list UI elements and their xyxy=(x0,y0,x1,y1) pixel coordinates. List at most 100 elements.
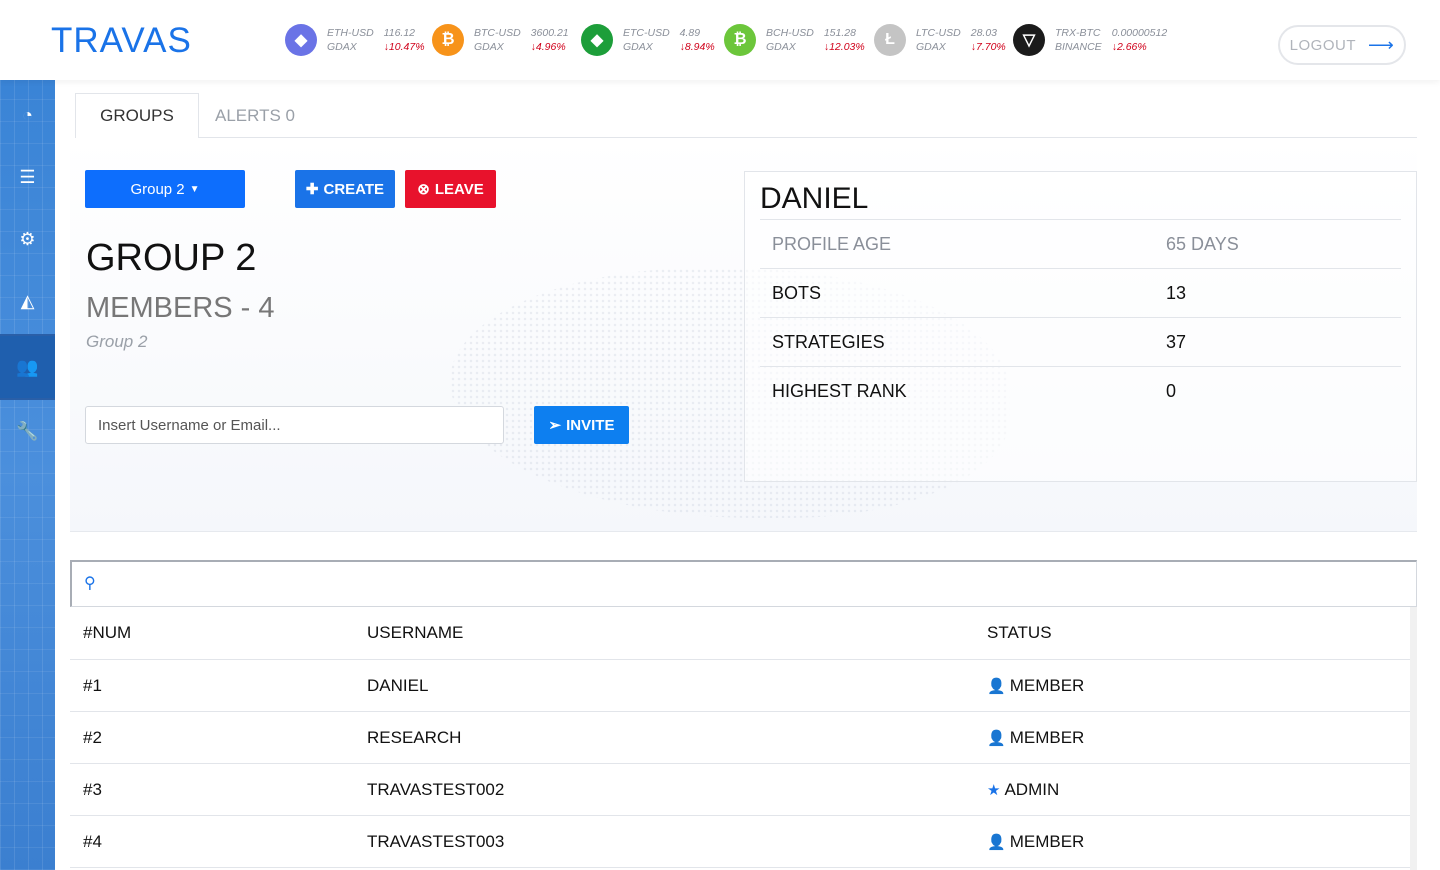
ticker-pair: LTC-USD xyxy=(916,27,961,39)
profile-card: DANIEL PROFILE AGE 65 DAYS BOTS 13 STRAT… xyxy=(744,171,1417,482)
profile-value: 37 xyxy=(1166,332,1187,352)
profile-row: HIGHEST RANK 0 xyxy=(760,367,1401,416)
profile-value: 13 xyxy=(1166,283,1187,303)
logout-button[interactable]: LOGOUT ⟶ xyxy=(1278,25,1406,65)
row-num: #4 xyxy=(83,831,102,851)
status-label: MEMBER xyxy=(1009,831,1085,851)
ticker-exchange: GDAX xyxy=(623,41,653,53)
sidebar-item-groups[interactable]: 👥 xyxy=(0,336,55,398)
ticker-price: 28.03 xyxy=(970,27,998,39)
ticker-price: 4.89 xyxy=(679,27,701,39)
search-icon: ⚲ xyxy=(84,575,96,592)
sidebar-item-settings[interactable]: ☰ xyxy=(0,146,55,208)
row-username: TRAVASTEST002 xyxy=(367,779,505,799)
ticker-pair: ETC-USD xyxy=(623,27,670,39)
ticker-bch[interactable]: ₿ BCH-USD 151.28 GDAX ↓12.03% xyxy=(724,22,865,58)
group-member-count: MEMBERS - 4 xyxy=(86,292,275,324)
profile-key: BOTS xyxy=(772,283,822,303)
ticker-exchange: GDAX xyxy=(327,41,357,53)
ticker-price: 3600.21 xyxy=(530,27,569,39)
sidebar-item-tools[interactable]: 🔧 xyxy=(0,400,55,462)
ticker-change: ↓2.66% xyxy=(1111,41,1147,53)
ethereum-icon: ◆ xyxy=(285,24,317,56)
table-row[interactable]: #4 TRAVASTEST003 👤 MEMBER xyxy=(70,816,1410,868)
profile-name: DANIEL xyxy=(760,182,869,215)
ticker-trx[interactable]: ▽ TRX-BTC 0.00000512 BINANCE ↓2.66% xyxy=(1013,22,1167,58)
ticker-pair: BCH-USD xyxy=(766,27,814,39)
area-chart-icon: ◭ xyxy=(20,290,35,311)
ticker-etc[interactable]: ◆ ETC-USD 4.89 GDAX ↓8.94% xyxy=(581,22,715,58)
user-icon: 👤 xyxy=(987,677,1006,695)
row-status: 👤 MEMBER xyxy=(987,712,1084,763)
create-group-button[interactable]: ✚ CREATE xyxy=(295,170,395,208)
member-search-input[interactable]: ⚲ xyxy=(70,560,1417,607)
tab-alerts[interactable]: ALERTS 0 xyxy=(203,93,307,138)
gears-icon: ⚙ xyxy=(19,228,36,249)
profile-key: PROFILE AGE xyxy=(772,234,892,254)
table-scrollbar[interactable] xyxy=(1410,607,1417,870)
group-select-label: Group 2 xyxy=(130,180,185,198)
ethereum-classic-icon: ◆ xyxy=(581,24,613,56)
status-label: MEMBER xyxy=(1009,675,1085,695)
dashboard-icon: ◔ xyxy=(22,104,33,125)
ticker-change: ↓8.94% xyxy=(679,41,715,53)
ticker-change: ↓10.47% xyxy=(383,41,425,53)
invite-button[interactable]: ➢ INVITE xyxy=(534,406,629,444)
caret-down-icon: ▼ xyxy=(189,183,200,195)
row-status: 👤 MEMBER xyxy=(987,660,1084,711)
sidebar-item-dashboard[interactable]: ◔ xyxy=(0,84,55,146)
sidebar: ◔ ☰ ⚙ ◭ 👥 🔧 xyxy=(0,80,55,870)
profile-value: 0 xyxy=(1166,381,1177,401)
profile-row: BOTS 13 xyxy=(760,269,1401,318)
ticker-exchange: GDAX xyxy=(474,41,504,53)
profile-row: PROFILE AGE 65 DAYS xyxy=(760,220,1401,269)
column-header-status[interactable]: STATUS xyxy=(987,607,1052,659)
profile-key: HIGHEST RANK xyxy=(772,381,907,401)
profile-key: STRATEGIES xyxy=(772,332,885,352)
leave-group-button[interactable]: ⊗ LEAVE xyxy=(405,170,496,208)
invite-label: INVITE xyxy=(566,416,615,434)
sliders-icon: ☰ xyxy=(19,166,36,187)
members-table: #NUM USERNAME STATUS #1 DANIEL 👤 MEMBER … xyxy=(70,607,1410,868)
ticker-change: ↓4.96% xyxy=(530,41,566,53)
group-title: GROUP 2 xyxy=(86,237,257,279)
bitcoin-icon: ₿ xyxy=(432,24,464,56)
ticker-price: 0.00000512 xyxy=(1111,27,1168,39)
row-username: TRAVASTEST003 xyxy=(367,831,505,851)
sidebar-item-charts[interactable]: ◭ xyxy=(0,270,55,332)
ticker-price: 116.12 xyxy=(383,27,416,39)
row-num: #1 xyxy=(83,675,102,695)
group-description: Group 2 xyxy=(86,332,148,351)
tab-groups[interactable]: GROUPS xyxy=(75,93,199,139)
logout-label: LOGOUT xyxy=(1289,36,1357,54)
row-username: DANIEL xyxy=(367,675,429,695)
invite-username-input[interactable] xyxy=(85,406,504,444)
table-row[interactable]: #1 DANIEL 👤 MEMBER xyxy=(70,660,1410,712)
column-header-num[interactable]: #NUM xyxy=(83,607,131,659)
bitcoin-cash-icon: ₿ xyxy=(724,24,756,56)
table-row[interactable]: #3 TRAVASTEST002 ★ ADMIN xyxy=(70,764,1410,816)
profile-row: STRATEGIES 37 xyxy=(760,318,1401,367)
table-row[interactable]: #2 RESEARCH 👤 MEMBER xyxy=(70,712,1410,764)
group-select-dropdown[interactable]: Group 2 ▼ xyxy=(85,170,245,208)
column-header-username[interactable]: USERNAME xyxy=(367,607,463,659)
row-status: ★ ADMIN xyxy=(987,764,1059,815)
ticker-change: ↓7.70% xyxy=(970,41,1006,53)
ticker-btc[interactable]: ₿ BTC-USD 3600.21 GDAX ↓4.96% xyxy=(432,22,569,58)
ticker-eth[interactable]: ◆ ETH-USD 116.12 GDAX ↓10.47% xyxy=(285,22,425,58)
leave-label: LEAVE xyxy=(434,180,484,198)
wrench-icon: 🔧 xyxy=(16,420,39,441)
sidebar-item-bots[interactable]: ⚙ xyxy=(0,208,55,270)
app-logo[interactable]: TRAVAS xyxy=(51,21,192,61)
times-circle-icon: ⊗ xyxy=(417,181,430,198)
status-label: MEMBER xyxy=(1009,727,1085,747)
plus-icon: ✚ xyxy=(305,181,319,198)
ticker-pair: TRX-BTC xyxy=(1055,27,1101,39)
litecoin-icon: Ł xyxy=(874,24,906,56)
ticker-ltc[interactable]: Ł LTC-USD 28.03 GDAX ↓7.70% xyxy=(874,22,1006,58)
ticker-change: ↓12.03% xyxy=(823,41,865,53)
row-status: 👤 MEMBER xyxy=(987,816,1084,867)
tron-icon: ▽ xyxy=(1013,24,1045,56)
ticker-pair: ETH-USD xyxy=(327,27,374,39)
user-icon: 👤 xyxy=(987,833,1006,851)
